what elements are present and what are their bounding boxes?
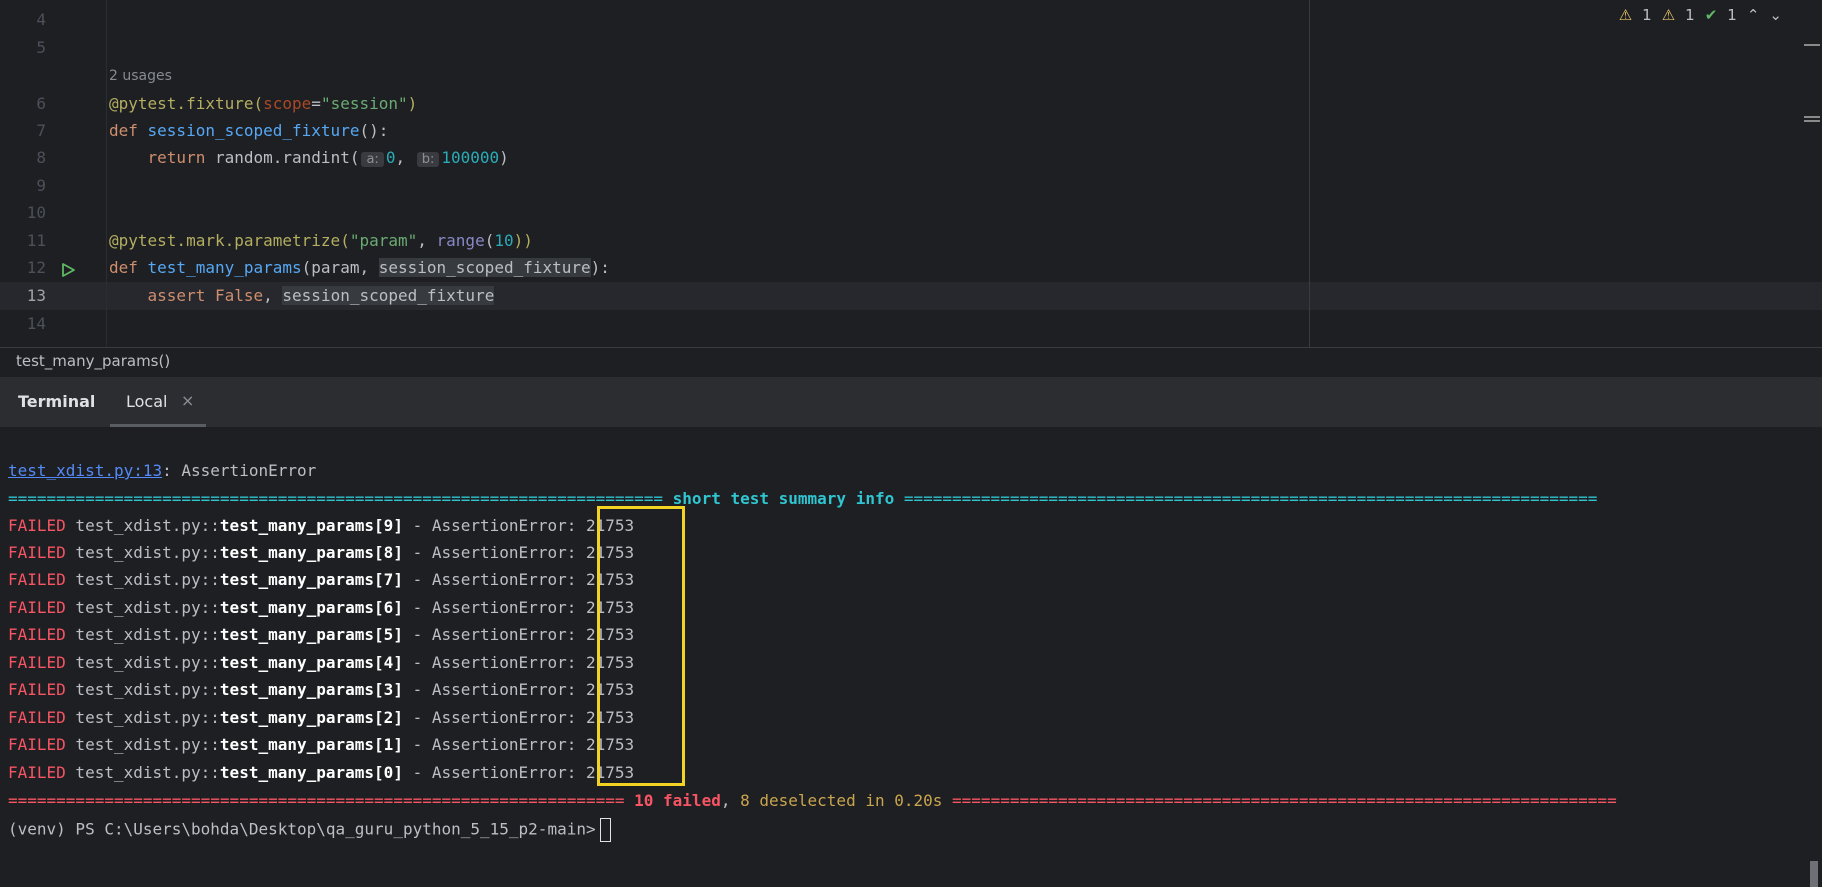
failure-line: FAILED test_xdist.py::test_many_params[6… bbox=[8, 598, 635, 617]
code-line-11: @pytest.mark.parametrize("param", range(… bbox=[109, 231, 533, 250]
chevron-down-icon[interactable]: ⌄ bbox=[1769, 6, 1782, 24]
right-margin-guide bbox=[1309, 0, 1310, 347]
line-number: 10 bbox=[26, 203, 46, 222]
tool-window-title: Terminal bbox=[18, 392, 96, 411]
text-cursor bbox=[599, 818, 611, 842]
shell-prompt: (venv) PS C:\Users\bohda\Desktop\qa_guru… bbox=[8, 819, 596, 839]
line-number: 4 bbox=[36, 10, 46, 29]
failure-line: FAILED test_xdist.py::test_many_params[2… bbox=[8, 708, 635, 727]
error-location-line: test_xdist.py:13: AssertionError bbox=[8, 461, 317, 480]
code-line-13: assert False, session_scoped_fixture bbox=[147, 286, 495, 305]
failure-line: FAILED test_xdist.py::test_many_params[7… bbox=[8, 570, 635, 589]
code-line-6: @pytest.fixture(scope="session") bbox=[109, 94, 418, 113]
param-hint-b: b: bbox=[416, 152, 440, 167]
weak-warning-icon: ⚠ bbox=[1661, 6, 1676, 24]
tab-local[interactable]: Local × bbox=[110, 377, 206, 427]
run-test-icon[interactable] bbox=[60, 262, 76, 278]
close-icon[interactable]: × bbox=[181, 391, 194, 410]
line-number: 13 bbox=[26, 286, 46, 305]
breadcrumb[interactable]: test_many_params() bbox=[0, 347, 1822, 375]
gutter-separator bbox=[106, 0, 107, 347]
failure-line: FAILED test_xdist.py::test_many_params[1… bbox=[8, 735, 635, 754]
failure-line: FAILED test_xdist.py::test_many_params[0… bbox=[8, 763, 635, 782]
inspection-widget[interactable]: ⚠ 1 ⚠ 1 ✔ 1 ⌃ ⌄ bbox=[1619, 6, 1782, 24]
param-hint-a: a: bbox=[361, 152, 384, 167]
code-editor[interactable]: 4 5 6 7 8 9 10 11 12 13 14 2 usages @pyt… bbox=[0, 0, 1822, 347]
failure-line: FAILED test_xdist.py::test_many_params[5… bbox=[8, 625, 635, 644]
terminal-tool-header: Terminal Local × bbox=[0, 377, 1822, 427]
chevron-up-icon[interactable]: ⌃ bbox=[1747, 6, 1760, 24]
error-file-link[interactable]: test_xdist.py:13 bbox=[8, 461, 162, 480]
warning-count: 1 bbox=[1642, 6, 1652, 24]
check-icon: ✔ bbox=[1704, 6, 1718, 24]
usages-hint[interactable]: 2 usages bbox=[109, 68, 172, 84]
line-number: 12 bbox=[26, 258, 46, 277]
terminal-scrollbar[interactable] bbox=[1810, 861, 1818, 887]
summary-separator: ========================================… bbox=[8, 489, 1598, 508]
weak-warning-count: 1 bbox=[1685, 6, 1695, 24]
failure-line: FAILED test_xdist.py::test_many_params[3… bbox=[8, 680, 635, 699]
code-line-12: def test_many_params(param, session_scop… bbox=[109, 258, 610, 277]
failure-line: FAILED test_xdist.py::test_many_params[4… bbox=[8, 653, 635, 672]
code-line-7: def session_scoped_fixture(): bbox=[109, 121, 389, 140]
warning-icon: ⚠ bbox=[1618, 6, 1633, 24]
failure-line: FAILED test_xdist.py::test_many_params[8… bbox=[8, 543, 635, 562]
result-separator: ========================================… bbox=[8, 791, 1617, 810]
annotation-highlight-box bbox=[597, 506, 685, 786]
line-number: 5 bbox=[36, 38, 46, 57]
ok-count: 1 bbox=[1727, 6, 1737, 24]
tab-label: Local bbox=[126, 392, 168, 411]
failure-line: FAILED test_xdist.py::test_many_params[9… bbox=[8, 516, 635, 535]
editor-scroll-markers[interactable] bbox=[1804, 44, 1820, 124]
line-number: 7 bbox=[36, 121, 46, 140]
code-line-8: return random.randint(a: 0, b: 100000) bbox=[147, 148, 509, 167]
terminal-output[interactable]: test_xdist.py:13: AssertionError =======… bbox=[0, 427, 1822, 887]
line-number: 9 bbox=[36, 176, 46, 195]
line-number: 6 bbox=[36, 94, 46, 113]
line-number: 8 bbox=[36, 148, 46, 167]
line-number: 14 bbox=[26, 314, 46, 333]
shell-prompt-line[interactable]: (venv) PS C:\Users\bohda\Desktop\qa_guru… bbox=[8, 818, 611, 842]
line-number: 11 bbox=[26, 231, 46, 250]
